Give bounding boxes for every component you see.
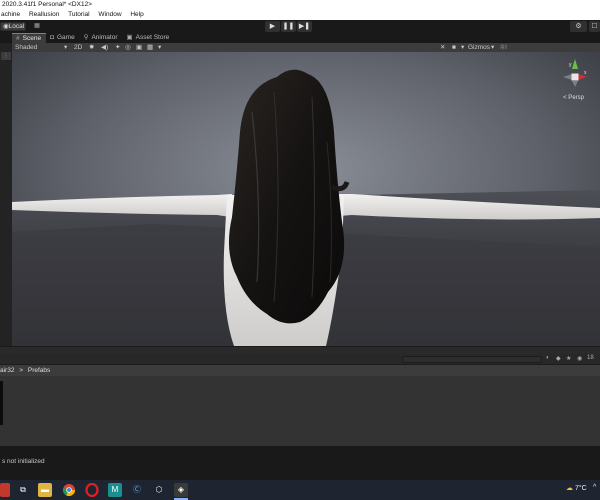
menu-item-tutorial[interactable]: Tutorial — [68, 11, 89, 18]
menu-item-help[interactable]: Help — [130, 11, 143, 18]
hidden-objects-icon[interactable]: ◎ — [125, 43, 131, 52]
left-panel-edge: ⋮ — [0, 43, 12, 354]
step-icon: ▶❚ — [298, 23, 311, 30]
hidden-count-label: 18 — [587, 355, 594, 361]
account-icon: ☐ — [591, 23, 598, 30]
unity-hub-icon[interactable]: ⬡ — [152, 483, 166, 497]
task-view-icon[interactable]: ⧉ — [16, 483, 30, 497]
gizmos-dropdown[interactable]: Gizmos — [468, 43, 490, 52]
grid-icon: ▦ — [34, 23, 40, 29]
tray-overflow-button[interactable]: ^ — [593, 484, 596, 491]
main-toolbar: ◉Local ▦ ▶ ❚❚ ▶❚ ⚙ ☐ — [0, 20, 600, 33]
scene-viewport[interactable]: y x < Persp — [12, 52, 600, 346]
menu-bar: achine Reallusion Tutorial Window Help — [0, 10, 600, 20]
audio-icon[interactable]: ◀) — [101, 43, 108, 52]
store-icon: ▣ — [126, 34, 133, 41]
scene-render — [12, 52, 600, 346]
pause-button[interactable]: ❚❚ — [281, 21, 296, 32]
hair-mesh — [228, 69, 345, 324]
axis-gizmo-icon — [563, 59, 587, 87]
game-icon: ◘ — [50, 34, 54, 41]
window-title: 2020.3.41f1 Personal* <DX12> — [0, 0, 600, 10]
character-creator-icon[interactable]: Ⓒ — [130, 483, 144, 497]
chrome-icon[interactable] — [62, 483, 76, 497]
account-button[interactable]: ☐ — [589, 21, 600, 32]
weather-temperature: 7°C — [574, 485, 587, 492]
console-status-line[interactable]: s not initialized — [0, 455, 600, 480]
visibility-icon[interactable]: ◉ — [577, 355, 582, 362]
lighting-icon[interactable]: ✸ — [89, 43, 94, 52]
menu-item-reallusion[interactable]: Reallusion — [29, 11, 59, 18]
project-panel-header: ⚲ ◐ ◆ ★ ◉ 18 — [0, 354, 600, 365]
breadcrumb-separator: > — [19, 367, 24, 374]
play-controls: ▶ ❚❚ ▶❚ — [265, 21, 312, 32]
services-button[interactable]: ⚙ — [570, 21, 587, 32]
tab-asset-store[interactable]: ▣ Asset Store — [122, 33, 174, 43]
shading-dropdown-arrow[interactable]: ▾ — [64, 43, 67, 52]
gizmo-x-label: x — [584, 70, 587, 76]
camera-settings-icon[interactable]: ▣ — [136, 43, 142, 52]
effects-icon[interactable]: ✦ — [115, 43, 120, 52]
breadcrumb-parent[interactable]: air32 — [0, 367, 14, 374]
tab-animator-label: Animator — [91, 34, 118, 41]
local-label: Local — [8, 23, 25, 30]
tab-game-label: Game — [57, 34, 75, 41]
pause-icon: ❚❚ — [282, 23, 295, 30]
camera-icon[interactable]: ■ — [452, 43, 456, 52]
tab-scene-label: Scene — [22, 35, 42, 42]
play-button[interactable]: ▶ — [265, 21, 280, 32]
filter-by-type-icon[interactable]: ◐ — [546, 355, 550, 361]
tab-animator[interactable]: ⚲ Animator — [80, 33, 123, 43]
menu-item-window[interactable]: Window — [98, 11, 121, 18]
orientation-gizmo[interactable]: y x — [560, 57, 590, 97]
gear-icon: ⚙ — [575, 23, 582, 30]
camera-dropdown-arrow[interactable]: ▾ — [461, 43, 464, 52]
scene-bottom-border — [0, 346, 600, 354]
weather-icon: ☁ — [566, 485, 573, 492]
project-assets-area[interactable] — [0, 376, 600, 446]
animator-icon: ⚲ — [83, 34, 89, 41]
step-button[interactable]: ▶❚ — [297, 21, 312, 32]
toggle-2d-button[interactable]: 2D — [74, 43, 82, 52]
asset-thumbnail[interactable] — [0, 381, 3, 425]
tools-icon[interactable]: ✕ — [440, 43, 445, 52]
media-app-icon[interactable]: M — [108, 483, 122, 497]
start-app-icon[interactable] — [0, 483, 10, 497]
opera-icon[interactable] — [85, 482, 99, 498]
unity-editor-icon[interactable]: ◈ — [174, 483, 188, 497]
tab-asset-store-label: Asset Store — [135, 34, 170, 41]
favorite-icon[interactable]: ★ — [566, 355, 571, 362]
panel-menu-icon[interactable]: ⋮ — [1, 52, 11, 60]
filter-by-label-icon[interactable]: ◆ — [556, 355, 561, 362]
menu-item-machine[interactable]: achine — [1, 11, 20, 18]
play-icon: ▶ — [269, 23, 276, 30]
gizmo-y-label: y — [569, 62, 572, 68]
shading-mode-dropdown[interactable]: Shaded — [15, 43, 37, 52]
status-message: s not initialized — [2, 458, 45, 465]
tab-game[interactable]: ◘ Game — [46, 33, 80, 43]
breadcrumb-current[interactable]: Prefabs — [28, 367, 50, 374]
grid-dropdown-arrow[interactable]: ▾ — [158, 43, 161, 52]
projection-label[interactable]: < Persp — [563, 95, 584, 101]
pivot-local-toggle[interactable]: ◉Local — [0, 22, 26, 31]
tab-scene[interactable]: # Scene — [12, 33, 47, 43]
project-search-input[interactable] — [402, 356, 542, 363]
gizmos-dropdown-arrow[interactable]: ▾ — [491, 43, 494, 52]
breadcrumb: air32 > Prefabs — [0, 365, 600, 376]
weather-widget[interactable]: ☁ 7°C — [566, 484, 587, 492]
os-taskbar: ⧉ ▬ M Ⓒ ⬡ ◈ ☁ 7°C ^ — [0, 480, 600, 500]
file-explorer-icon[interactable]: ▬ — [38, 483, 52, 497]
scene-tab-bar: # Scene ◘ Game ⚲ Animator ▣ Asset Store — [12, 33, 600, 43]
grid-snap-button[interactable]: ▦ — [30, 22, 44, 31]
scene-icon: # — [16, 35, 20, 42]
scene-view-toolbar: Shaded ▾ 2D ✸ ◀) ✦ ◎ ▣ ▦ ▾ ✕ ■ ▾ Gizmos … — [12, 43, 600, 52]
grid-visibility-icon[interactable]: ▦ — [147, 43, 153, 52]
